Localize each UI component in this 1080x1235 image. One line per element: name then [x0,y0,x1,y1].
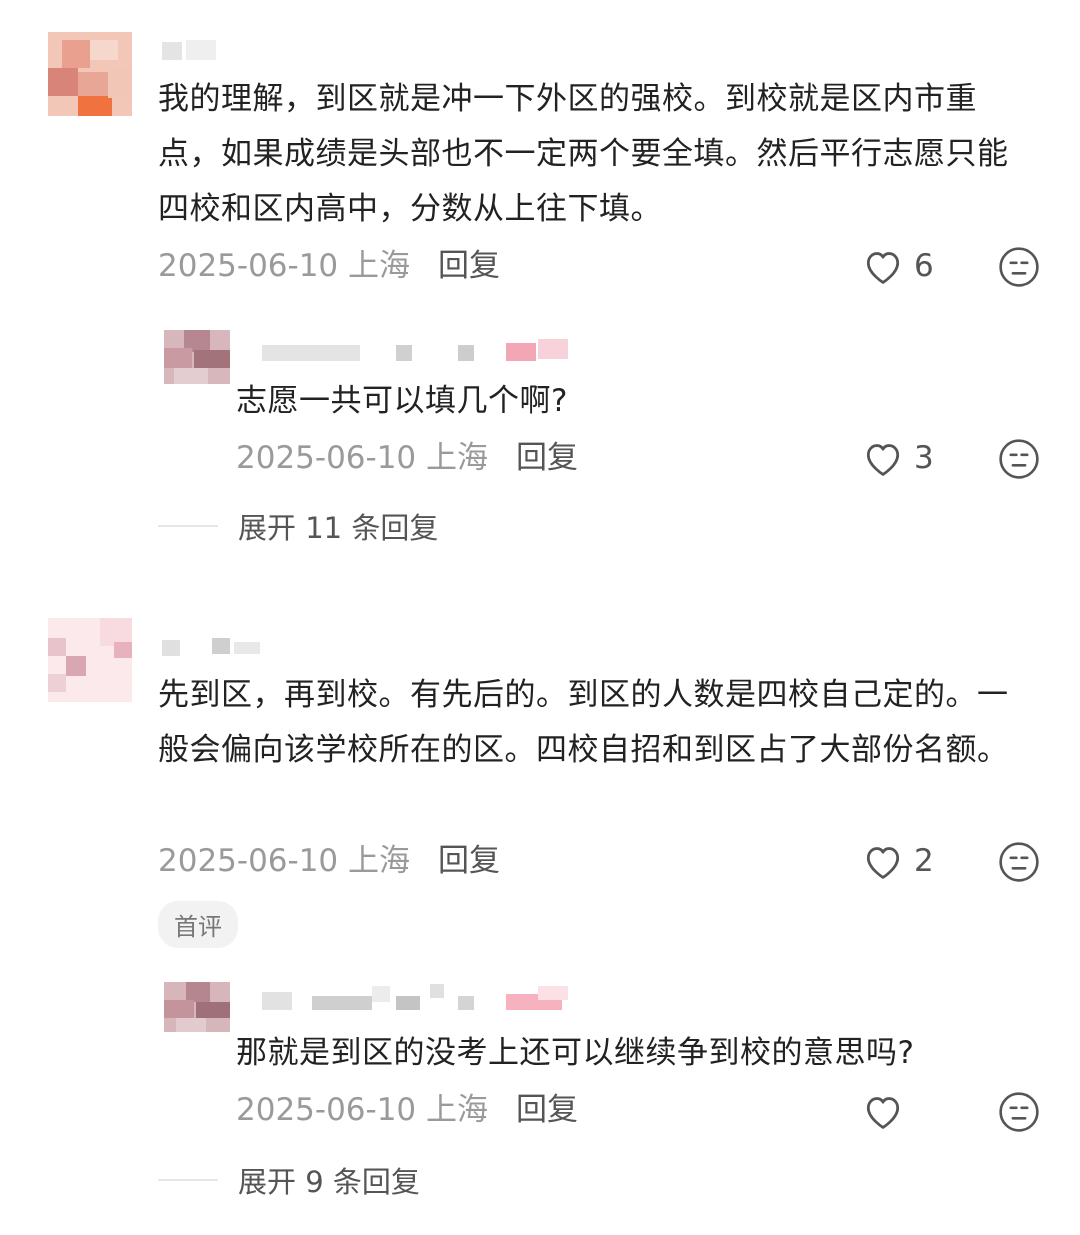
reply-text: 那就是到区的没考上还可以继续争到校的意思吗? [236,1035,915,1071]
heart-icon [866,444,900,476]
like-button[interactable] [862,1092,914,1130]
like-button[interactable]: 6 [862,247,934,285]
expand-label: 展开 9 条回复 [238,1165,420,1199]
dislike-face-icon[interactable] [998,246,1040,288]
comment-date: 2025-06-10 上海 [158,843,411,879]
comment-meta: 2025-06-10 上海 回复 [158,246,500,286]
dislike-face-icon[interactable] [998,438,1040,480]
dislike-face-icon[interactable] [998,1091,1040,1133]
heart-icon [866,252,900,284]
avatar[interactable] [48,32,132,116]
like-count: 2 [914,843,934,879]
avatar[interactable] [164,330,230,384]
dislike-face-icon[interactable] [998,841,1040,883]
reply-button[interactable]: 回复 [516,1092,578,1128]
comment-date: 2025-06-10 上海 [158,248,411,284]
username-blurred[interactable] [162,40,218,60]
reply-date: 2025-06-10 上海 [236,440,489,476]
comment-text: 我的理解，到区就是冲一下外区的强校。到校就是区内市重点，如果成绩是头部也不一定两… [158,81,1009,227]
reply-button[interactable]: 回复 [516,440,578,476]
heart-icon [866,847,900,879]
reply-meta: 2025-06-10 上海 回复 [236,438,578,478]
divider [158,525,218,527]
comment-meta: 2025-06-10 上海 回复 [158,841,500,881]
username-blurred[interactable] [162,638,262,658]
expand-replies-button[interactable]: 展开 11 条回复 [158,505,438,547]
expand-replies-button[interactable]: 展开 9 条回复 [158,1159,420,1201]
reply-text: 志愿一共可以填几个啊? [236,383,568,419]
like-button[interactable]: 2 [862,842,934,880]
reply-date: 2025-06-10 上海 [236,1092,489,1128]
heart-icon [866,1097,900,1129]
like-count: 3 [914,440,934,476]
expand-label: 展开 11 条回复 [238,511,439,545]
avatar[interactable] [48,618,132,702]
username-blurred[interactable] [262,339,572,363]
reply-meta: 2025-06-10 上海 回复 [236,1090,578,1130]
first-comment-badge: 首评 [158,901,238,948]
like-button[interactable]: 3 [862,439,934,477]
reply-button[interactable]: 回复 [438,843,500,879]
reply-button[interactable]: 回复 [438,248,500,284]
comment-text: 先到区，再到校。有先后的。到区的人数是四校自己定的。一般会偏向该学校所在的区。四… [158,677,1009,768]
divider [158,1179,218,1181]
like-count: 6 [914,248,934,284]
username-blurred[interactable] [262,984,572,1010]
avatar[interactable] [164,982,230,1032]
